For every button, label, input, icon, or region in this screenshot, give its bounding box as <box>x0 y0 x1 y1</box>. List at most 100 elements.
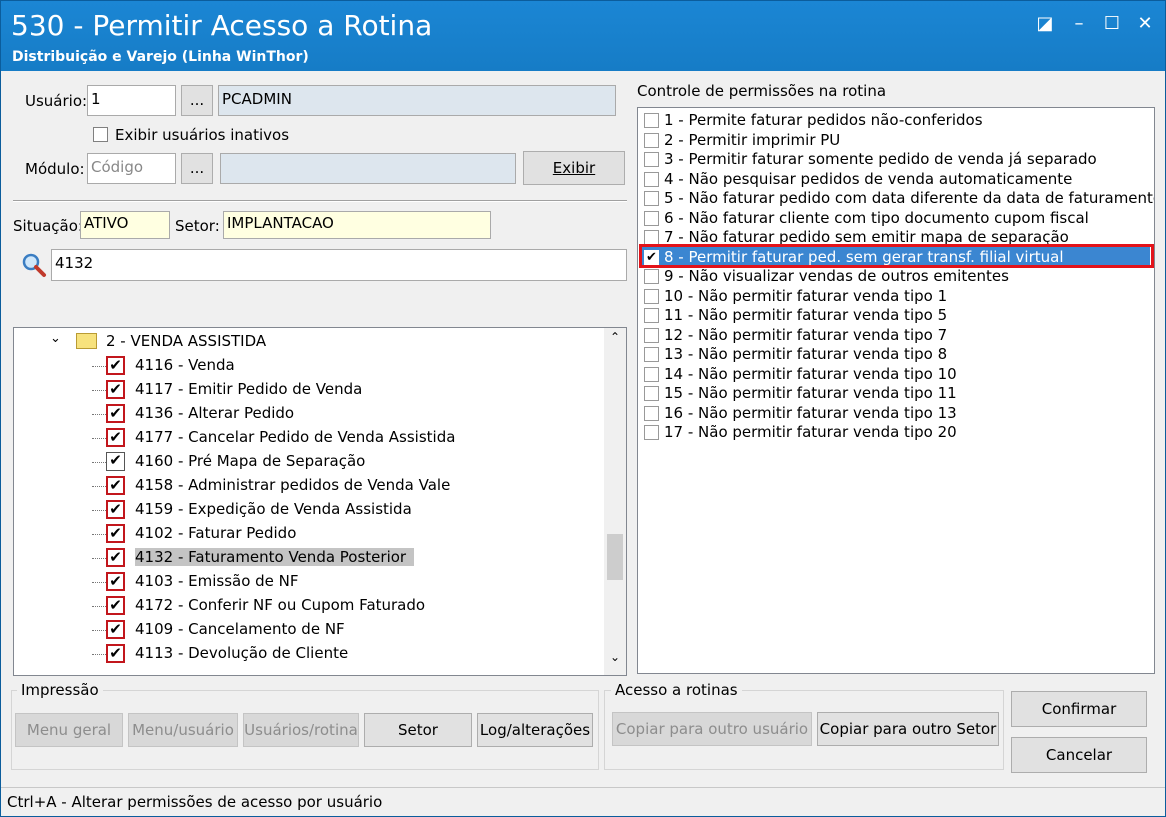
tree-item-checkbox[interactable]: ✔ <box>106 644 125 663</box>
user-lookup-button[interactable]: ... <box>181 85 213 116</box>
tree-item[interactable]: ✔ 4116 - Venda <box>14 354 604 378</box>
tree-item[interactable]: ✔ 4102 - Faturar Pedido <box>14 522 604 546</box>
tree-item-checkbox[interactable]: ✔ <box>106 572 125 591</box>
usuarios-rotina-button[interactable]: Usuários/rotina <box>243 713 359 747</box>
permission-item[interactable]: 3 - Permitir faturar somente pedido de v… <box>642 149 1142 169</box>
show-module-button[interactable]: Exibir <box>523 151 625 185</box>
show-inactive-checkbox[interactable] <box>93 127 108 142</box>
permissions-list[interactable]: 1 - Permite faturar pedidos não-conferid… <box>637 107 1155 674</box>
permission-checkbox[interactable] <box>644 425 659 440</box>
tree-item[interactable]: ✔ 4177 - Cancelar Pedido de Venda Assisti… <box>14 426 604 450</box>
maximize-button[interactable]: ☐ <box>1098 11 1126 37</box>
menu-usuario-button[interactable]: Menu/usuário <box>128 713 238 747</box>
tree-item-checkbox[interactable]: ✔ <box>106 500 125 519</box>
permission-checkbox[interactable] <box>644 113 659 128</box>
tree-connector <box>92 366 106 367</box>
permission-item[interactable]: 11 - Não permitir faturar venda tipo 5 <box>642 305 1142 325</box>
permission-checkbox[interactable] <box>644 366 659 382</box>
tree-connector <box>92 486 106 487</box>
window-subtitle: Distribuição e Varejo (Linha WinThor) <box>12 49 309 65</box>
log-alteracoes-button[interactable]: Log/alterações <box>477 713 593 747</box>
tree-item-checkbox[interactable]: ✔ <box>106 428 125 447</box>
tree-item[interactable]: ✔ 4172 - Conferir NF ou Cupom Faturado <box>14 594 604 618</box>
permission-label: 9 - Não visualizar vendas de outros emit… <box>664 267 1009 285</box>
module-code-input[interactable]: Código <box>87 153 176 184</box>
permission-item[interactable]: 5 - Não faturar pedido com data diferent… <box>642 188 1154 208</box>
permission-label: 11 - Não permitir faturar venda tipo 5 <box>664 306 948 324</box>
tree-item[interactable]: ✔ 4158 - Administrar pedidos de Venda Val… <box>14 474 604 498</box>
copy-user-button[interactable]: Copiar para outro usuário <box>612 712 812 746</box>
permission-checkbox[interactable] <box>644 152 659 167</box>
permission-checkbox[interactable] <box>644 230 659 245</box>
tree-item[interactable]: ✔ 4160 - Pré Mapa de Separação <box>14 450 604 474</box>
permission-checkbox[interactable] <box>644 327 659 343</box>
permission-item[interactable]: 14 - Não permitir faturar venda tipo 10 <box>642 364 1142 384</box>
title-bar[interactable]: 530 - Permitir Acesso a Rotina Distribui… <box>1 1 1165 71</box>
permission-checkbox[interactable] <box>644 191 659 206</box>
permission-label: 4 - Não pesquisar pedidos de venda autom… <box>664 169 1073 188</box>
restore-alt-icon[interactable]: ◪ <box>1031 11 1059 37</box>
permission-checkbox[interactable] <box>644 171 659 187</box>
permission-item[interactable]: 16 - Não permitir faturar venda tipo 13 <box>642 403 1142 423</box>
tree-item[interactable]: ✔ 4113 - Devolução de Cliente <box>14 642 604 666</box>
cancel-button[interactable]: Cancelar <box>1011 737 1147 773</box>
impressao-title: Impressão <box>17 681 103 699</box>
permission-checkbox[interactable] <box>644 288 659 304</box>
tree-item-checkbox[interactable]: ✔ <box>106 548 125 567</box>
permission-item[interactable]: 12 - Não permitir faturar venda tipo 7 <box>642 325 1142 345</box>
permission-item[interactable]: 17 - Não permitir faturar venda tipo 20 <box>642 422 1142 442</box>
tree-item-checkbox[interactable]: ✔ <box>106 476 125 495</box>
permission-checkbox[interactable] <box>644 347 659 362</box>
permission-checkbox[interactable] <box>644 405 659 421</box>
tree-group-node[interactable]: ⌄ 2 - VENDA ASSISTIDA <box>14 330 604 354</box>
scroll-thumb[interactable] <box>607 534 623 580</box>
window-title: 530 - Permitir Acesso a Rotina <box>11 9 433 42</box>
tree-connector <box>92 414 106 415</box>
permission-item[interactable]: 10 - Não permitir faturar venda tipo 1 <box>642 286 1142 306</box>
permission-item[interactable]: 4 - Não pesquisar pedidos de venda autom… <box>642 169 1142 189</box>
minimize-button[interactable]: – <box>1065 11 1093 37</box>
tree-item-label: 4103 - Emissão de NF <box>135 572 299 590</box>
permission-item[interactable]: 2 - Permitir imprimir PU <box>642 130 1142 150</box>
permission-item[interactable]: 13 - Não permitir faturar venda tipo 8 <box>642 344 1142 364</box>
status-bar: Ctrl+A - Alterar permissões de acesso po… <box>1 787 1165 816</box>
user-code-input[interactable]: 1 <box>87 85 176 116</box>
setor-label: Setor: <box>175 217 220 235</box>
permission-item[interactable]: 1 - Permite faturar pedidos não-conferid… <box>642 110 1142 130</box>
close-button[interactable]: ✕ <box>1131 11 1159 37</box>
routine-tree[interactable]: ⌄ 2 - VENDA ASSISTIDA ✔ 4116 - Venda ✔ 4117… <box>13 327 627 676</box>
tree-item-checkbox[interactable]: ✔ <box>106 524 125 543</box>
tree-item-checkbox[interactable]: ✔ <box>106 596 125 615</box>
permission-checkbox[interactable] <box>644 308 659 323</box>
permission-checkbox[interactable] <box>644 132 659 148</box>
search-input[interactable]: 4132 <box>51 249 627 281</box>
tree-item[interactable]: ✔ 4132 - Faturamento Venda Posterior <box>14 546 604 570</box>
tree-item[interactable]: ✔ 4109 - Cancelamento de NF <box>14 618 604 642</box>
permission-label: 17 - Não permitir faturar venda tipo 20 <box>664 423 957 441</box>
tree-item[interactable]: ✔ 4159 - Expedição de Venda Assistida <box>14 498 604 522</box>
tree-item-checkbox[interactable]: ✔ <box>106 452 125 471</box>
module-lookup-button[interactable]: ... <box>181 153 213 184</box>
scroll-up-icon[interactable]: ⌃ <box>604 330 626 344</box>
permission-checkbox[interactable] <box>644 269 659 284</box>
setor-button[interactable]: Setor <box>364 713 472 747</box>
tree-item-checkbox[interactable]: ✔ <box>106 356 125 375</box>
menu-geral-button[interactable]: Menu geral <box>15 713 123 747</box>
permission-checkbox[interactable] <box>644 210 659 226</box>
confirm-button[interactable]: Confirmar <box>1011 691 1147 727</box>
chevron-down-icon[interactable]: ⌄ <box>50 331 61 346</box>
tree-item-checkbox[interactable]: ✔ <box>106 404 125 423</box>
copy-sector-button[interactable]: Copiar para outro Setor <box>817 712 999 746</box>
tree-item[interactable]: ✔ 4117 - Emitir Pedido de Venda <box>14 378 604 402</box>
tree-item[interactable]: ✔ 4136 - Alterar Pedido <box>14 402 604 426</box>
scroll-down-icon[interactable]: ⌄ <box>604 650 626 664</box>
tree-item[interactable]: ✔ 4103 - Emissão de NF <box>14 570 604 594</box>
permission-checkbox[interactable] <box>644 386 659 401</box>
tree-item-checkbox[interactable]: ✔ <box>106 380 125 399</box>
tree-scrollbar[interactable]: ⌃ ⌄ <box>604 328 626 675</box>
permission-item[interactable]: 15 - Não permitir faturar venda tipo 11 <box>642 383 1142 403</box>
permission-item[interactable]: 9 - Não visualizar vendas de outros emit… <box>642 266 1142 286</box>
permission-item[interactable]: 6 - Não faturar cliente com tipo documen… <box>642 208 1142 228</box>
tree-connector <box>92 558 106 559</box>
tree-item-checkbox[interactable]: ✔ <box>106 620 125 639</box>
